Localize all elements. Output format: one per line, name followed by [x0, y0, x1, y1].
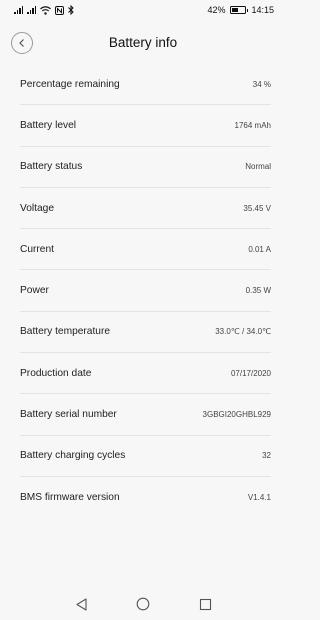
info-value: 32 [262, 451, 271, 461]
battery-percent: 42% [207, 5, 226, 15]
page-title: Battery info [108, 35, 178, 50]
info-row: Power 0.35 W [20, 270, 271, 312]
back-triangle-icon [75, 597, 87, 611]
info-label: Production date [20, 367, 92, 379]
info-value: 34 % [252, 79, 271, 89]
battery-info-screen: 42% 14:15 Battery info Percentage remain… [0, 0, 286, 620]
info-value: 0.35 W [245, 286, 271, 296]
recents-square-icon [199, 598, 211, 610]
info-row: Voltage 35.45 V [20, 188, 271, 230]
battery-info-list: Percentage remaining 34 % Battery level … [20, 64, 271, 518]
status-icons-right: 42% 14:15 [207, 5, 274, 15]
bluetooth-icon [68, 5, 74, 15]
info-row: Battery temperature 33.0℃ / 34.0℃ [20, 312, 271, 354]
signal-icon [14, 6, 23, 14]
header: Battery info [0, 28, 286, 58]
info-value: 3GBGI20GHBL929 [202, 410, 271, 420]
nfc-icon [55, 5, 64, 15]
info-row: Percentage remaining 34 % [20, 64, 271, 106]
wifi-icon [40, 5, 51, 15]
info-row: Battery status Normal [20, 147, 271, 188]
info-label: Power [20, 285, 49, 297]
info-row: BMS firmware version V1.4.1 [20, 477, 271, 518]
info-value: 35.45 V [243, 203, 271, 213]
info-label: Battery serial number [20, 409, 117, 421]
status-icons-left [14, 5, 74, 15]
info-value: V1.4.1 [247, 493, 271, 503]
nav-home-button[interactable] [136, 597, 150, 611]
info-value: 0.01 A [248, 244, 271, 254]
nav-recents-button[interactable] [198, 597, 212, 611]
info-label: Voltage [20, 202, 54, 214]
home-circle-icon [136, 597, 150, 611]
navigation-bar [0, 588, 286, 620]
info-row: Battery serial number 3GBGI20GHBL929 [20, 394, 271, 436]
status-bar: 42% 14:15 [0, 0, 286, 20]
nav-back-button[interactable] [74, 597, 88, 611]
info-label: Battery status [20, 161, 83, 173]
info-label: Current [20, 243, 54, 255]
info-label: BMS firmware version [20, 492, 120, 504]
info-value: 33.0℃ / 34.0℃ [215, 327, 271, 337]
info-row: Battery charging cycles 32 [20, 436, 271, 477]
info-value: 07/17/2020 [230, 368, 271, 378]
info-label: Battery temperature [20, 326, 111, 338]
info-label: Battery charging cycles [20, 450, 126, 462]
info-value: Normal [245, 162, 271, 172]
signal-icon [27, 6, 36, 14]
info-row: Current 0.01 A [20, 229, 271, 271]
info-row: Battery level 1764 mAh [20, 105, 271, 147]
info-label: Percentage remaining [20, 78, 120, 90]
clock: 14:15 [251, 5, 274, 15]
info-value: 1764 mAh [234, 120, 271, 130]
info-row: Production date 07/17/2020 [20, 353, 271, 395]
info-label: Battery level [20, 119, 77, 131]
battery-icon [230, 6, 249, 14]
